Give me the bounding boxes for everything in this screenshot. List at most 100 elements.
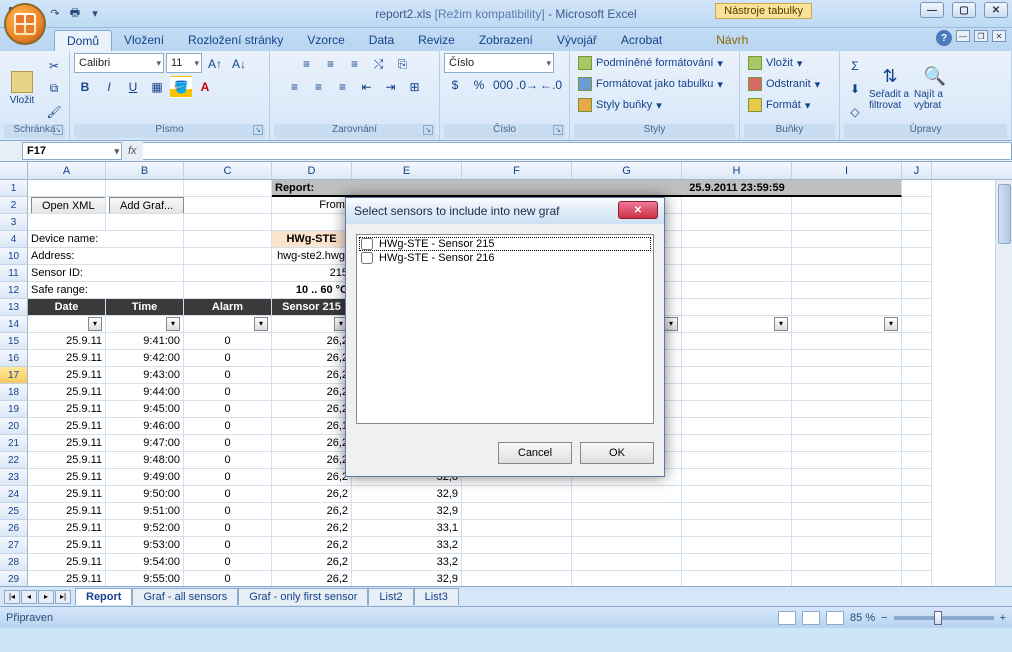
help-icon[interactable]: ? [936, 30, 952, 46]
page-break-view-icon[interactable] [826, 611, 844, 625]
align-bottom-icon[interactable]: ≡ [344, 53, 366, 75]
cell[interactable] [682, 537, 792, 554]
normal-view-icon[interactable] [778, 611, 796, 625]
cell[interactable] [792, 197, 902, 214]
delete-cells-button[interactable]: Odstranit ▾ [744, 74, 824, 94]
cell[interactable] [792, 503, 902, 520]
cell[interactable]: Sensor ID: [28, 265, 184, 282]
column-header[interactable]: F [462, 162, 572, 179]
zoom-out-button[interactable]: − [881, 612, 887, 624]
sheet-tab[interactable]: List2 [368, 588, 413, 605]
row-header[interactable]: 24 [0, 486, 28, 503]
sensor-checkbox[interactable] [361, 252, 373, 264]
cell[interactable] [792, 265, 902, 282]
sheet-nav-next[interactable]: ▸ [38, 590, 54, 604]
cell[interactable]: 32,9 [352, 503, 462, 520]
cell[interactable]: Alarm [184, 299, 272, 316]
cell[interactable]: Add Graf... [106, 197, 272, 214]
formula-input[interactable] [143, 142, 1012, 160]
cell[interactable]: 33,1 [352, 520, 462, 537]
cell[interactable] [902, 231, 932, 248]
cell[interactable] [184, 248, 272, 265]
cell[interactable] [28, 214, 106, 231]
cell[interactable] [792, 401, 902, 418]
cell[interactable]: 25.9.11 [28, 503, 106, 520]
column-header[interactable]: I [792, 162, 902, 179]
cell[interactable] [792, 299, 902, 316]
cell[interactable]: 0 [184, 367, 272, 384]
cell[interactable] [902, 367, 932, 384]
column-header[interactable]: C [184, 162, 272, 179]
paste-button[interactable]: Vložit [4, 71, 40, 106]
cell[interactable] [184, 282, 272, 299]
cell[interactable] [792, 571, 902, 586]
cell[interactable]: 0 [184, 350, 272, 367]
dialog-launcher-icon[interactable]: ↘ [253, 125, 263, 135]
column-header[interactable]: D [272, 162, 352, 179]
cell[interactable]: 26,2 [272, 384, 352, 401]
cell[interactable]: 0 [184, 571, 272, 586]
cell[interactable] [682, 571, 792, 586]
cell[interactable]: 25.9.2011 23:59:59 [682, 180, 792, 197]
row-header[interactable]: 4 [0, 231, 28, 248]
cell[interactable] [682, 214, 792, 231]
cell[interactable] [792, 180, 902, 197]
cell[interactable] [682, 486, 792, 503]
cell[interactable]: 32,9 [352, 486, 462, 503]
align-right-icon[interactable]: ≡ [332, 76, 354, 98]
row-header[interactable]: 1 [0, 180, 28, 197]
cell[interactable]: 25.9.11 [28, 401, 106, 418]
align-middle-icon[interactable]: ≡ [320, 53, 342, 75]
row-header[interactable]: 11 [0, 265, 28, 282]
dialog-launcher-icon[interactable]: ↘ [553, 125, 563, 135]
row-header[interactable]: 23 [0, 469, 28, 486]
cell[interactable]: 10 .. 60 °C [272, 282, 352, 299]
cell[interactable]: 25.9.11 [28, 367, 106, 384]
cell[interactable] [792, 418, 902, 435]
cell[interactable]: 0 [184, 418, 272, 435]
cell[interactable]: ▾ [106, 316, 184, 333]
cell[interactable]: Address: [28, 248, 184, 265]
cell[interactable] [462, 503, 572, 520]
cell[interactable]: Time [106, 299, 184, 316]
font-size-combo[interactable]: 11 [166, 53, 202, 73]
cell[interactable] [902, 469, 932, 486]
clear-icon[interactable]: ◇ [844, 101, 866, 123]
cell[interactable]: 25.9.11 [28, 537, 106, 554]
cell[interactable] [682, 282, 792, 299]
cell[interactable] [572, 554, 682, 571]
row-header[interactable]: 21 [0, 435, 28, 452]
cell[interactable] [682, 248, 792, 265]
cell[interactable]: 25.9.11 [28, 350, 106, 367]
cell[interactable]: 25.9.11 [28, 333, 106, 350]
cell[interactable]: Device name: [28, 231, 184, 248]
cell[interactable] [184, 231, 272, 248]
column-header[interactable]: E [352, 162, 462, 179]
cell[interactable] [682, 384, 792, 401]
cell[interactable] [106, 180, 184, 197]
sheet-nav-first[interactable]: |◂ [4, 590, 20, 604]
cell[interactable]: 26,2 [272, 452, 352, 469]
cell[interactable] [792, 282, 902, 299]
cell[interactable] [572, 486, 682, 503]
sheet-nav-last[interactable]: ▸| [55, 590, 71, 604]
cell[interactable]: 9:46:00 [106, 418, 184, 435]
increase-decimal-icon[interactable]: .0→ [516, 74, 538, 96]
autosum-icon[interactable]: Σ [844, 55, 866, 77]
sensor-checkbox[interactable] [361, 238, 373, 250]
cell[interactable]: Open XML [28, 197, 106, 214]
row-header[interactable]: 22 [0, 452, 28, 469]
fill-icon[interactable]: ⬇ [844, 78, 866, 100]
filter-dropdown-icon[interactable]: ▾ [884, 317, 898, 331]
format-painter-icon[interactable]: 🖌 [43, 101, 65, 123]
row-header[interactable]: 20 [0, 418, 28, 435]
cell[interactable] [682, 350, 792, 367]
cell[interactable]: From: [272, 197, 352, 214]
cell[interactable] [792, 486, 902, 503]
filter-dropdown-icon[interactable]: ▾ [88, 317, 102, 331]
cell[interactable]: 9:52:00 [106, 520, 184, 537]
cell[interactable] [792, 231, 902, 248]
cell[interactable]: 26,2 [272, 333, 352, 350]
cell[interactable]: 25.9.11 [28, 418, 106, 435]
underline-button[interactable]: U [122, 76, 144, 98]
